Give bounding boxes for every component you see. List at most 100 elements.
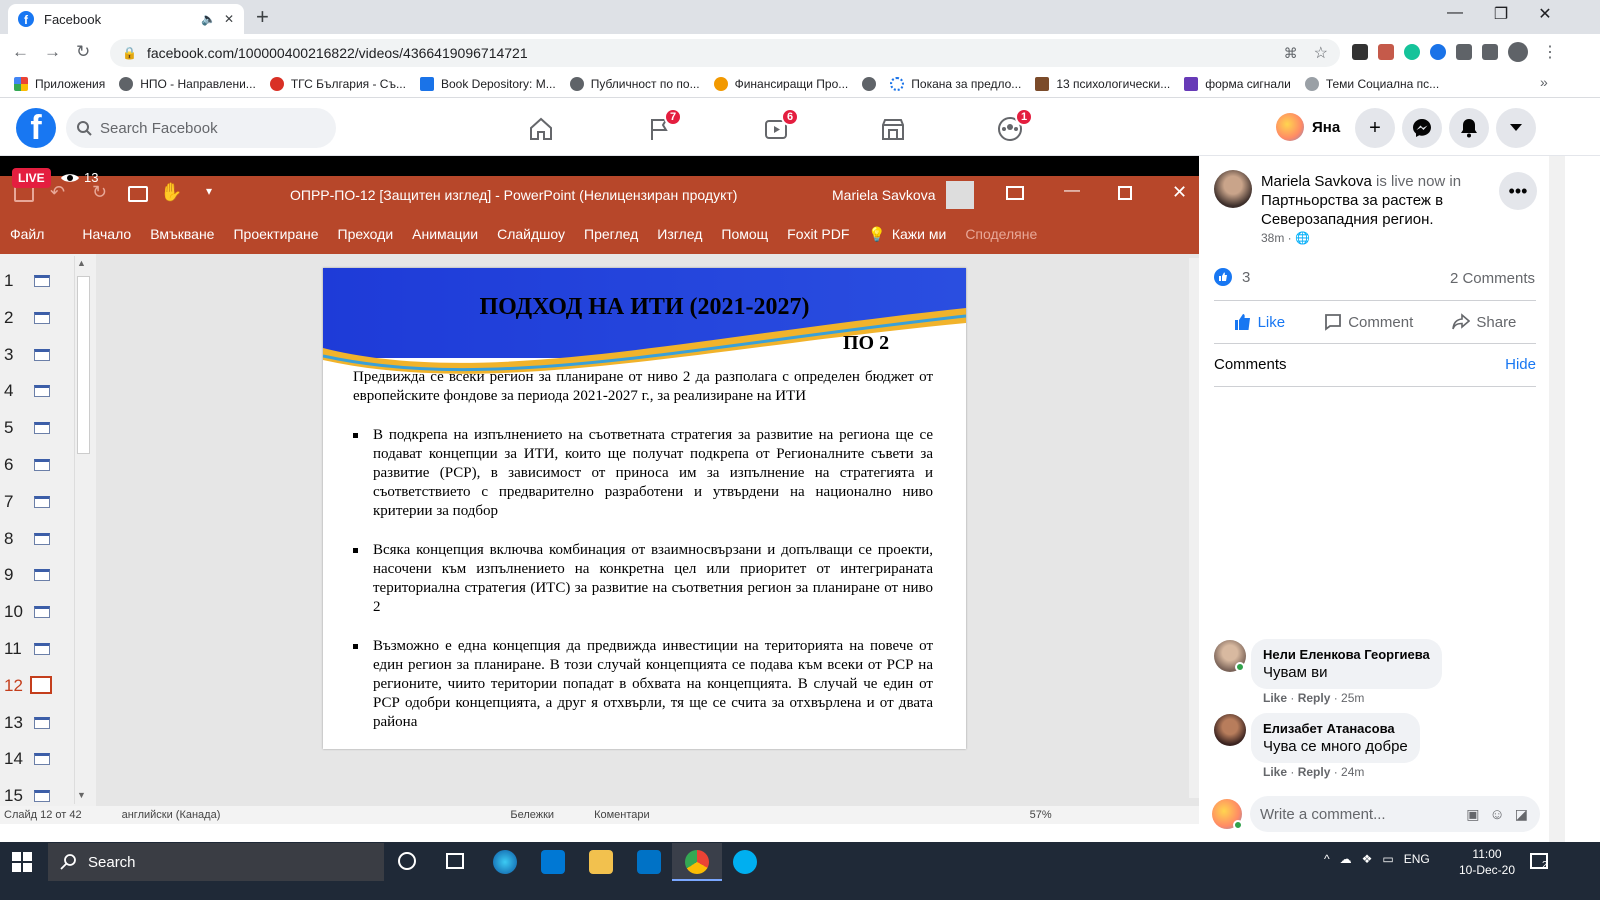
powerpoint-user-name: Mariela Savkova bbox=[832, 187, 936, 203]
slide-scrollbar bbox=[1189, 258, 1199, 798]
commenter-name[interactable]: Елизабет Атанасова bbox=[1263, 721, 1408, 736]
account-menu-icon[interactable] bbox=[1496, 108, 1536, 148]
profile-icon[interactable] bbox=[1508, 42, 1528, 62]
thumbs-up-icon bbox=[1234, 314, 1250, 330]
poster-avatar[interactable] bbox=[1214, 170, 1252, 208]
hide-comments-link[interactable]: Hide bbox=[1505, 356, 1536, 373]
bookmark-item[interactable]: 13 психологически... bbox=[1035, 76, 1170, 91]
loading-icon bbox=[890, 76, 905, 91]
sticker-icon[interactable]: ▣ bbox=[1466, 806, 1479, 823]
comment-reply-link[interactable]: Reply bbox=[1298, 691, 1331, 705]
groups-nav-icon[interactable]: 1 bbox=[993, 108, 1033, 146]
system-tray: ^ ☁ ❖ ▭ ENG bbox=[1324, 852, 1430, 866]
panel-scrollbar[interactable] bbox=[1549, 156, 1565, 842]
emoji-icon[interactable]: ☺ bbox=[1489, 806, 1504, 823]
comment-reply-link[interactable]: Reply bbox=[1298, 765, 1331, 779]
close-tab-icon[interactable]: ✕ bbox=[224, 12, 234, 26]
pages-nav-icon[interactable]: 7 bbox=[642, 108, 682, 146]
skype-icon[interactable] bbox=[733, 850, 757, 874]
bookmark-item[interactable]: Теми Социална пс... bbox=[1304, 76, 1439, 91]
group-link[interactable]: Партньорства за растеж в Северозападния … bbox=[1261, 192, 1443, 228]
onedrive-icon[interactable]: ☁ bbox=[1340, 852, 1352, 866]
outlook-icon[interactable] bbox=[637, 850, 661, 874]
close-window-icon[interactable]: ✕ bbox=[1522, 4, 1568, 24]
like-button[interactable]: Like bbox=[1234, 313, 1285, 331]
post-time[interactable]: 38m · 🌐 bbox=[1261, 231, 1310, 245]
poster-name[interactable]: Mariela Savkova bbox=[1261, 173, 1372, 190]
commenter-name[interactable]: Нели Еленкова Георгиева bbox=[1263, 647, 1430, 662]
comment-like-link[interactable]: Like bbox=[1263, 765, 1287, 779]
slide-number: 2 bbox=[4, 307, 14, 327]
comment-time[interactable]: 24m bbox=[1341, 765, 1364, 779]
bookmark-item[interactable]: НПО - Направлени... bbox=[119, 76, 256, 91]
write-comment-input[interactable]: Write a comment... ▣ ☺ ◪ bbox=[1250, 796, 1540, 832]
forward-icon[interactable]: → bbox=[44, 42, 61, 62]
reload-icon[interactable]: ↻ bbox=[76, 42, 90, 62]
store-icon[interactable] bbox=[541, 850, 565, 874]
task-view-icon[interactable] bbox=[446, 853, 464, 869]
chrome-taskbar-button[interactable] bbox=[672, 843, 722, 881]
slide-bullet-list: Всяка концепция включва комбинация от вз… bbox=[353, 541, 933, 617]
marketplace-nav-icon[interactable] bbox=[876, 112, 910, 146]
customize-qat-icon: ▾ bbox=[206, 184, 213, 198]
comment-count[interactable]: 2 Comments bbox=[1400, 270, 1535, 287]
facebook-search-input[interactable]: Search Facebook bbox=[66, 108, 336, 148]
puzzle-extensions-icon[interactable] bbox=[1456, 44, 1472, 60]
link-extension-icon[interactable] bbox=[1430, 44, 1446, 60]
browser-tab-facebook[interactable]: f Facebook 🔈 ✕ bbox=[8, 4, 244, 34]
taskbar-clock[interactable]: 11:00 10-Dec-20 bbox=[1450, 846, 1524, 878]
gif-icon[interactable]: ◪ bbox=[1515, 806, 1528, 823]
restore-window-icon[interactable]: ❐ bbox=[1478, 4, 1524, 24]
create-button[interactable]: + bbox=[1355, 108, 1395, 148]
windows-start-icon[interactable] bbox=[12, 852, 32, 872]
reading-list-icon[interactable] bbox=[1482, 44, 1498, 60]
file-explorer-icon[interactable] bbox=[589, 850, 613, 874]
commenter-avatar[interactable] bbox=[1214, 714, 1246, 746]
scroll-thumb bbox=[77, 276, 90, 454]
watch-nav-icon[interactable]: 6 bbox=[759, 108, 799, 146]
profile-button[interactable]: Яна bbox=[1276, 113, 1340, 141]
notifications-bell-icon[interactable] bbox=[1449, 108, 1489, 148]
comment-like-link[interactable]: Like bbox=[1263, 691, 1287, 705]
extension-icon[interactable] bbox=[1352, 44, 1368, 60]
minimize-window-icon[interactable]: — bbox=[1432, 4, 1478, 22]
cortana-icon[interactable] bbox=[398, 852, 416, 870]
network-icon[interactable]: ▭ bbox=[1382, 852, 1393, 866]
messenger-icon[interactable] bbox=[1402, 108, 1442, 148]
bookmarks-overflow-icon[interactable]: » bbox=[1540, 74, 1548, 90]
bookmark-item[interactable]: ТГС България - Съ... bbox=[269, 76, 406, 91]
tray-overflow-icon[interactable]: ^ bbox=[1324, 852, 1330, 866]
bookmark-star-icon[interactable]: ☆ bbox=[1314, 43, 1328, 63]
dropbox-icon[interactable]: ❖ bbox=[1362, 852, 1373, 866]
slide-number: 12 bbox=[4, 675, 23, 695]
bookmark-item[interactable]: Покана за предло... bbox=[890, 76, 1021, 91]
pdf-extension-icon[interactable] bbox=[1378, 44, 1394, 60]
comment-button[interactable]: Comment bbox=[1324, 313, 1413, 331]
more-options-button[interactable]: ••• bbox=[1499, 172, 1537, 210]
new-tab-button[interactable]: + bbox=[256, 4, 269, 30]
translate-icon[interactable]: ⌘ bbox=[1284, 45, 1298, 62]
edge-icon[interactable] bbox=[493, 850, 517, 874]
speaker-icon[interactable]: 🔈 bbox=[201, 12, 216, 26]
bookmark-item[interactable]: Book Depository: M... bbox=[419, 76, 556, 91]
comment-time[interactable]: 25m bbox=[1341, 691, 1364, 705]
reaction-summary[interactable]: 3 bbox=[1214, 268, 1250, 286]
undo-icon: ↶ bbox=[50, 182, 66, 202]
input-language[interactable]: ENG bbox=[1404, 852, 1430, 866]
facebook-logo-icon[interactable]: f bbox=[16, 108, 56, 148]
address-bar[interactable]: 🔒 facebook.com/100000400216822/videos/43… bbox=[110, 39, 1340, 67]
bookmark-item[interactable]: Публичност по по... bbox=[569, 76, 700, 91]
home-nav-icon[interactable] bbox=[524, 112, 558, 146]
bookmark-item[interactable]: форма сигнали bbox=[1184, 76, 1291, 91]
bookmark-item[interactable] bbox=[862, 76, 877, 91]
chrome-icon bbox=[685, 850, 709, 874]
taskbar-search-input[interactable]: Search bbox=[48, 843, 384, 881]
share-button[interactable]: Share bbox=[1452, 313, 1516, 331]
powerpoint-statusbar: Слайд 12 от 42 английски (Канада) Бележк… bbox=[0, 806, 1199, 824]
ribbon-tab: Вмъкване bbox=[150, 226, 215, 242]
grammarly-icon[interactable] bbox=[1404, 44, 1420, 60]
bookmark-item[interactable]: Финансиращи Про... bbox=[713, 76, 848, 91]
bookmark-apps[interactable]: Приложения bbox=[14, 76, 105, 91]
back-icon[interactable]: ← bbox=[12, 42, 29, 62]
browser-menu-icon[interactable]: ⋮ bbox=[1542, 42, 1558, 62]
